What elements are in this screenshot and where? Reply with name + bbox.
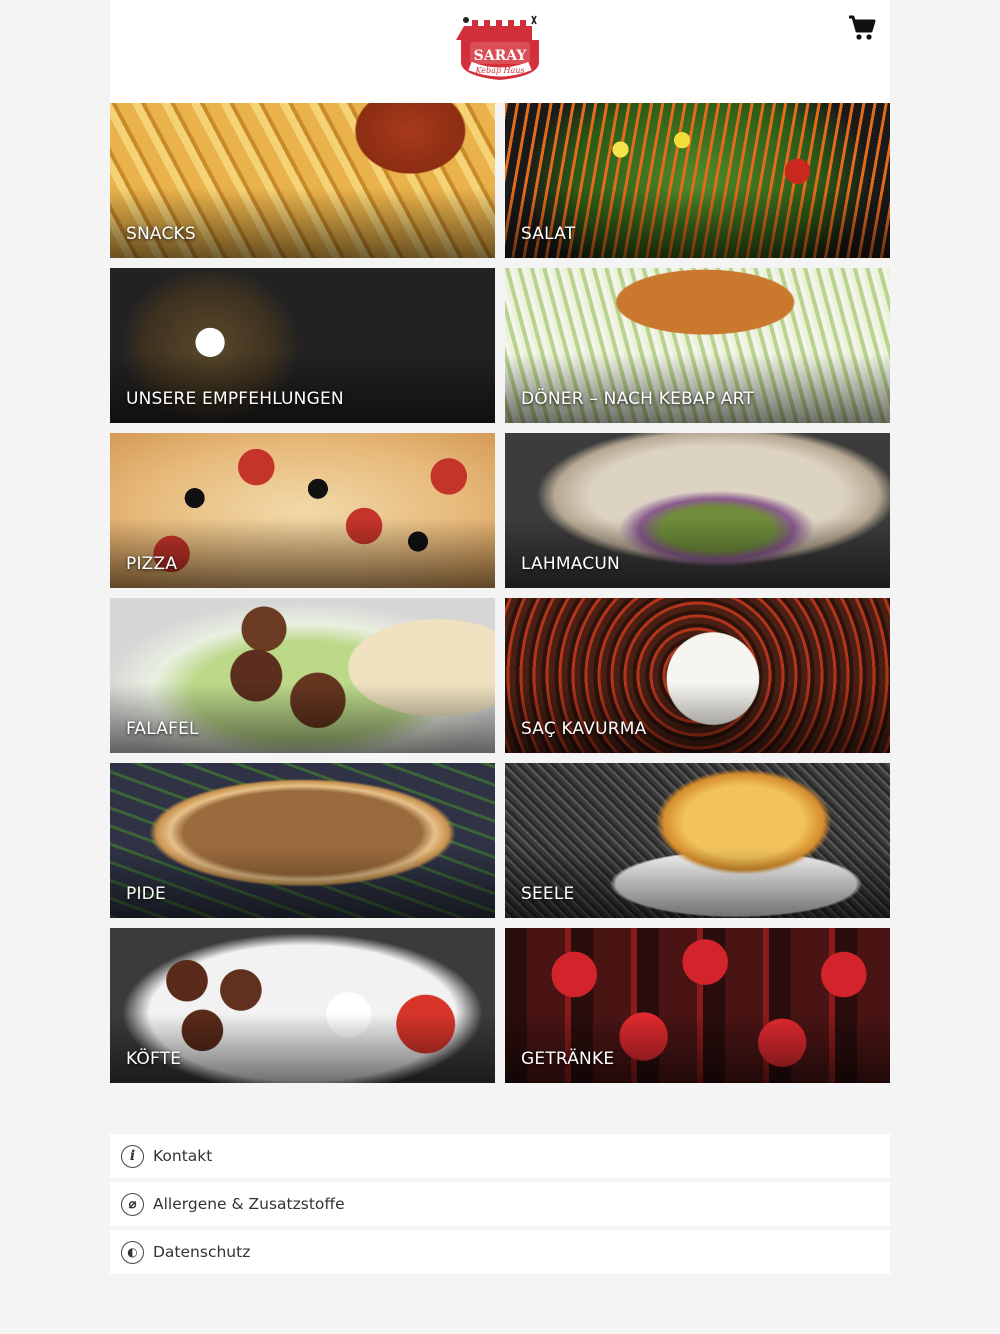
category-tile-seele[interactable]: SEELE: [505, 763, 890, 918]
category-label: SNACKS: [126, 224, 196, 244]
link-datenschutz[interactable]: ◐ Datenschutz: [110, 1230, 890, 1274]
category-label: FALAFEL: [126, 719, 199, 739]
footer-links: i Kontakt ⌀ Allergene & Zusatzstoffe ◐ D…: [110, 1134, 890, 1278]
info-icon: i: [121, 1144, 144, 1168]
link-kontakt[interactable]: i Kontakt: [110, 1134, 890, 1178]
shopping-cart-icon[interactable]: [848, 14, 876, 42]
header: SARAY Kebap Haus: [110, 0, 890, 103]
category-label: SALAT: [521, 224, 576, 244]
category-tile-pide[interactable]: PIDE: [110, 763, 495, 918]
category-tile-lahmacun[interactable]: LAHMACUN: [505, 433, 890, 588]
privacy-icon: ◐: [121, 1240, 144, 1264]
category-tile-pizza[interactable]: PIZZA: [110, 433, 495, 588]
link-label: Datenschutz: [153, 1243, 251, 1261]
category-tile-doner[interactable]: DÖNER – NACH KEBAP ART: [505, 268, 890, 423]
category-label: DÖNER – NACH KEBAP ART: [521, 389, 754, 409]
category-grid: SNACKS SALAT UNSERE EMPFEHLUNGEN DÖNER –…: [110, 103, 890, 1083]
category-label: KÖFTE: [126, 1049, 182, 1069]
link-label: Allergene & Zusatzstoffe: [153, 1195, 345, 1213]
category-tile-falafel[interactable]: FALAFEL: [110, 598, 495, 753]
category-label: PIZZA: [126, 554, 178, 574]
category-label: UNSERE EMPFEHLUNGEN: [126, 389, 344, 409]
page: SARAY Kebap Haus SNACKS SALAT UNSERE EMP…: [110, 0, 890, 1334]
category-tile-kofte[interactable]: KÖFTE: [110, 928, 495, 1083]
logo-title: SARAY: [474, 48, 528, 64]
saray-logo[interactable]: SARAY Kebap Haus: [456, 14, 544, 82]
logo-subtitle: Kebap Haus: [474, 66, 524, 75]
category-label: LAHMACUN: [521, 554, 620, 574]
link-label: Kontakt: [153, 1147, 213, 1165]
category-tile-empfehlungen[interactable]: UNSERE EMPFEHLUNGEN: [110, 268, 495, 423]
category-tile-sac-kavurma[interactable]: SAÇ KAVURMA: [505, 598, 890, 753]
category-label: SEELE: [521, 884, 575, 904]
category-tile-getraenke[interactable]: GETRÄNKE: [505, 928, 890, 1083]
category-label: GETRÄNKE: [521, 1049, 615, 1069]
category-label: PIDE: [126, 884, 166, 904]
category-tile-salat[interactable]: SALAT: [505, 103, 890, 258]
wheat-icon: ⌀: [121, 1192, 144, 1216]
category-label: SAÇ KAVURMA: [521, 719, 647, 739]
link-allergene[interactable]: ⌀ Allergene & Zusatzstoffe: [110, 1182, 890, 1226]
category-tile-snacks[interactable]: SNACKS: [110, 103, 495, 258]
